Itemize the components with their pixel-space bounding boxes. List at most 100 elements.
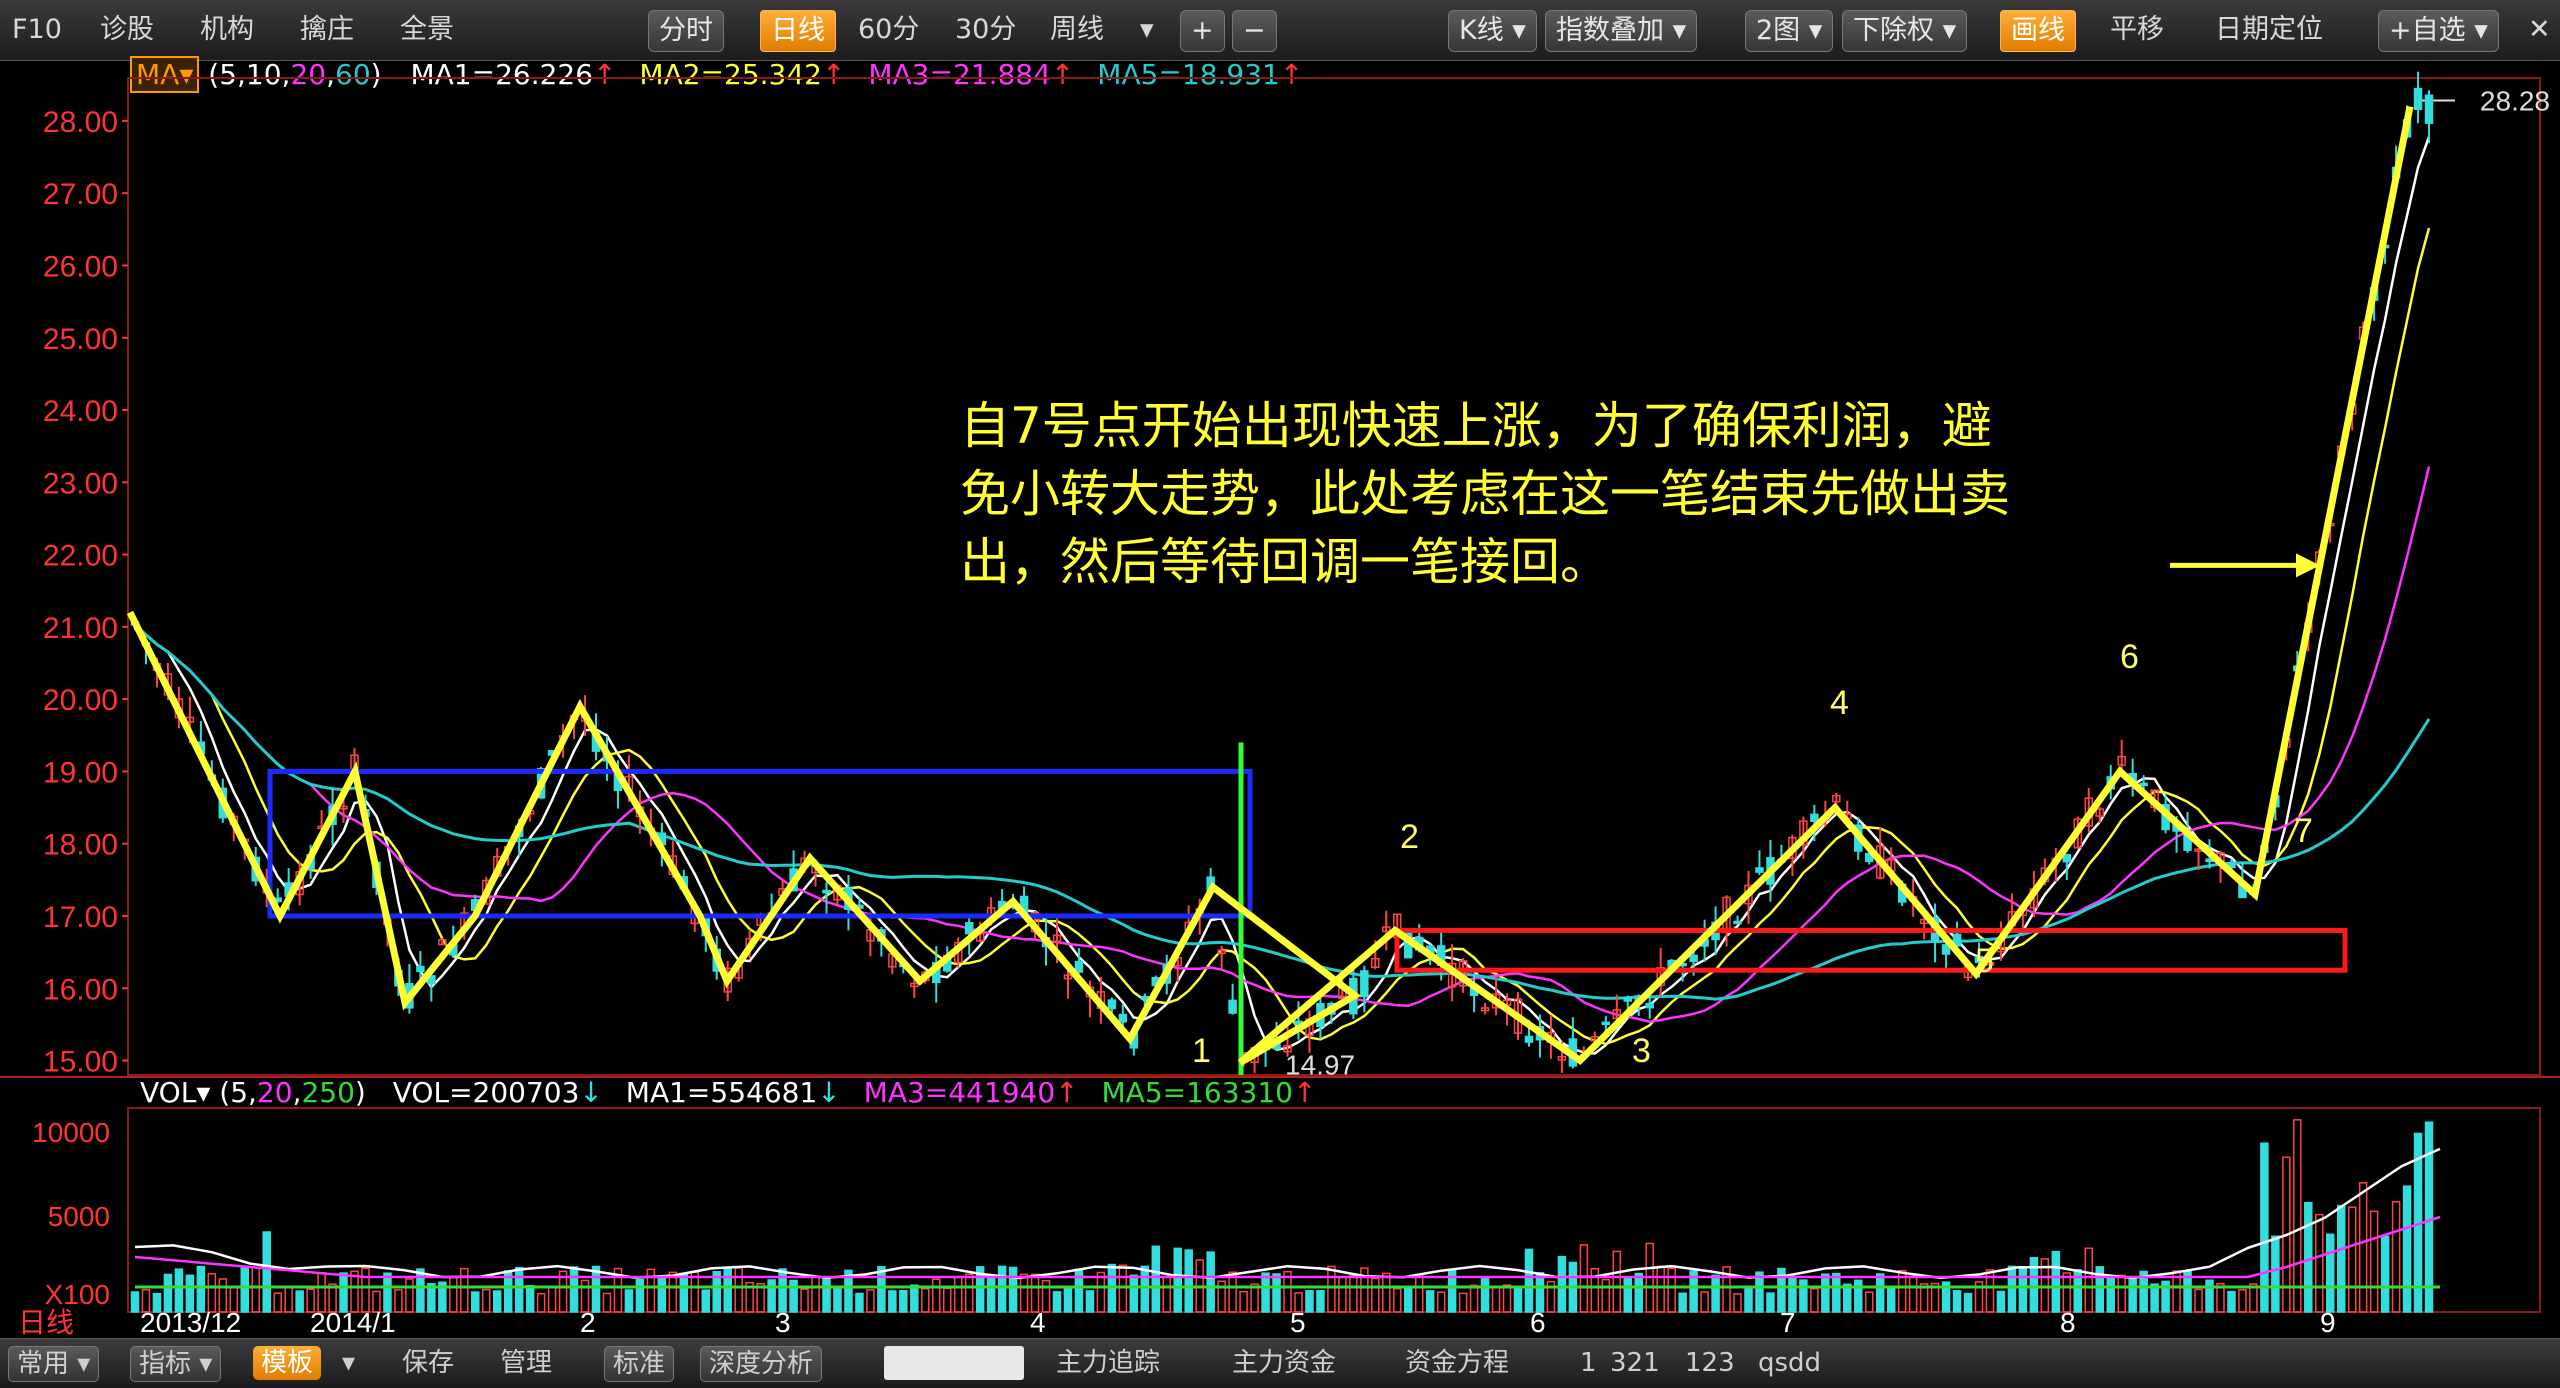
volume-bar — [2293, 1119, 2302, 1313]
volume-bar — [657, 1275, 667, 1313]
capital-equation-tab[interactable]: 资金方程 — [1405, 1346, 1509, 1380]
price-tick-label: 28.00 — [43, 106, 118, 139]
volume-bar — [1382, 1272, 1391, 1313]
volume-bar — [602, 1292, 612, 1313]
volume-bar — [1502, 1284, 1512, 1313]
volume-bar — [833, 1285, 842, 1313]
date-tick-label: 7 — [1780, 1307, 1796, 1338]
volume-bar — [174, 1268, 184, 1313]
candle-body — [1623, 996, 1633, 1002]
volume-bar — [2369, 1210, 2379, 1313]
date-tick-label: 3 — [775, 1307, 791, 1338]
volume-bar — [1008, 1266, 1018, 1313]
volume-bar — [1338, 1275, 1347, 1313]
volume-bar — [1436, 1291, 1446, 1313]
volume-bar — [1854, 1279, 1863, 1313]
volume-bar — [471, 1291, 480, 1313]
volume-bar — [1052, 1291, 1062, 1313]
volume-bar — [394, 1289, 403, 1313]
main-force-capital-tab[interactable]: 主力资金 — [1232, 1346, 1336, 1380]
candle-body — [2424, 94, 2434, 124]
date-tick-label: 4 — [1030, 1307, 1046, 1338]
volume-bar — [2117, 1274, 2126, 1313]
volume-bar — [1316, 1289, 1325, 1313]
indicator-label: 指标 — [139, 1349, 192, 1379]
candle-body — [1755, 867, 1764, 873]
volume-bar — [2128, 1275, 2137, 1313]
volume-bar — [888, 1290, 897, 1313]
tab-qsdd[interactable]: qsdd — [1758, 1346, 1821, 1380]
candle-body — [1228, 999, 1237, 1014]
tab-123[interactable]: 123 — [1685, 1346, 1735, 1380]
volume-bar — [855, 1292, 864, 1313]
volume-bar — [679, 1272, 689, 1313]
price-tick-label: 24.00 — [43, 395, 118, 428]
volume-bar — [734, 1267, 743, 1313]
volume-bar — [1305, 1290, 1314, 1313]
volume-bar — [262, 1231, 271, 1313]
annotation-line-2: 免小转大走势，此处考虑在这一笔结束先做出卖 — [960, 465, 2010, 523]
volume-bar — [2271, 1235, 2280, 1313]
volume-bar — [877, 1266, 886, 1313]
volume-bar — [635, 1278, 645, 1313]
save-button[interactable]: 保存 — [402, 1346, 454, 1380]
volume-bar — [1184, 1249, 1193, 1313]
standard-tab[interactable]: 标准 — [604, 1346, 675, 1382]
volume-bar — [690, 1271, 700, 1313]
volume-bar — [2084, 1247, 2094, 1313]
price-volume-chart[interactable]: 28.00 27.00 26.00 25.00 24.00 23.00 22.00 21.00… — [0, 0, 2560, 1338]
obscured-tab[interactable] — [884, 1346, 1024, 1380]
volume-bar — [1272, 1273, 1281, 1313]
volume-ma1-line — [134, 1147, 2441, 1280]
indicator-dropdown[interactable]: 指标 ▾ — [130, 1346, 222, 1382]
volume-bar — [514, 1266, 524, 1313]
volume-bar — [1173, 1247, 1182, 1313]
volume-bar — [1019, 1273, 1029, 1313]
volume-bar — [284, 1286, 293, 1313]
candle-body — [1118, 1013, 1128, 1023]
volume-bar — [1700, 1291, 1709, 1313]
volume-bar — [624, 1289, 634, 1313]
tab-321[interactable]: 321 — [1610, 1346, 1660, 1380]
main-force-tracking-tab[interactable]: 主力追踪 — [1056, 1346, 1160, 1380]
candle-body — [964, 922, 974, 935]
tab-1[interactable]: 1 — [1580, 1346, 1597, 1380]
date-tick-label: 2014/1 — [310, 1307, 396, 1338]
price-tick-label: 20.00 — [43, 684, 118, 717]
volume-bar — [1656, 1265, 1665, 1313]
volume-bar — [569, 1266, 579, 1313]
volume-bar — [1425, 1290, 1435, 1313]
price-tick-label: 22.00 — [43, 540, 118, 573]
volume-bar — [2358, 1182, 2368, 1313]
volume-bar — [2194, 1288, 2203, 1313]
common-dropdown[interactable]: 常用 ▾ — [8, 1346, 100, 1382]
volume-bar — [1261, 1272, 1270, 1313]
volume-bar — [591, 1265, 601, 1313]
volume-ma-lines — [134, 1147, 2441, 1289]
manage-button[interactable]: 管理 — [500, 1346, 552, 1380]
volume-bar — [1579, 1244, 1589, 1313]
volume-bar — [1118, 1264, 1128, 1313]
volume-bar — [1711, 1274, 1720, 1313]
volume-axis: 10000 5000 X100 — [32, 1117, 110, 1310]
annotation-text: 自7号点开始出现快速上涨，为了确保利润，避 免小转大走势，此处考虑在这一笔结束先… — [960, 392, 2110, 596]
volume-bar — [1623, 1276, 1633, 1313]
volume-bar — [1469, 1284, 1479, 1313]
volume-bar — [2336, 1204, 2346, 1313]
candle-body — [1689, 954, 1698, 962]
chevron-down-icon[interactable]: ▾ — [342, 1346, 355, 1380]
deep-analysis-tab[interactable]: 深度分析 — [700, 1346, 823, 1382]
volume-bar — [953, 1276, 963, 1313]
template-button[interactable]: 模板 — [253, 1346, 322, 1380]
volume-bar — [525, 1284, 535, 1313]
volume-bar — [811, 1276, 820, 1313]
volume-bar — [1667, 1267, 1676, 1313]
volume-bar — [1601, 1278, 1611, 1313]
volume-bar — [778, 1268, 787, 1313]
volume-bar — [1063, 1288, 1073, 1313]
volume-bar — [942, 1287, 952, 1313]
volume-bar — [2402, 1185, 2412, 1313]
date-tick-label: 2 — [580, 1307, 596, 1338]
volume-bar — [1821, 1273, 1830, 1313]
candle-body — [1733, 920, 1742, 925]
